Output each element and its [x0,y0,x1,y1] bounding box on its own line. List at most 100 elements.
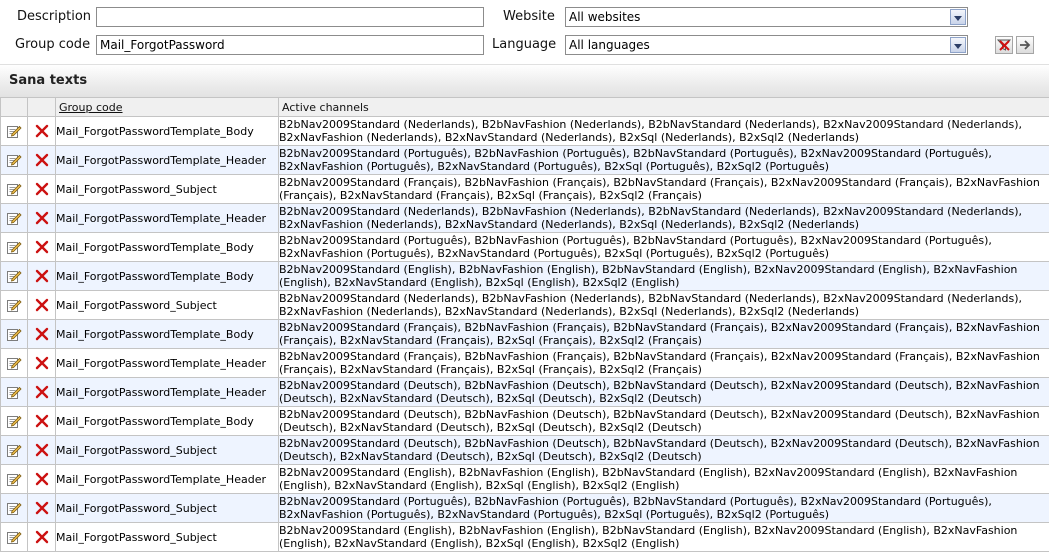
delete-cell[interactable] [27,493,56,523]
delete-icon[interactable] [35,298,49,312]
language-select[interactable]: All languages [565,35,968,55]
edit-icon[interactable] [6,413,22,429]
delete-cell[interactable] [27,406,56,436]
delete-icon[interactable] [35,269,49,283]
delete-icon[interactable] [35,240,49,254]
edit-icon[interactable] [6,210,22,226]
delete-icon[interactable] [35,124,49,138]
group-code-cell: Mail_ForgotPasswordTemplate_Header [55,145,279,175]
table-row: Mail_ForgotPassword_Subject B2bNav2009St… [0,174,1049,204]
active-channels-cell: B2bNav2009Standard (Deutsch), B2bNavFash… [278,406,1049,436]
delete-icon[interactable] [35,327,49,341]
delete-icon[interactable] [35,472,49,486]
table-row: Mail_ForgotPasswordTemplate_Header B2bNa… [0,464,1049,494]
edit-cell[interactable] [0,377,28,407]
edit-cell[interactable] [0,174,28,204]
clear-filter-icon [997,39,1011,51]
edit-cell[interactable] [0,203,28,233]
delete-cell[interactable] [27,464,56,494]
active-channels-cell: B2bNav2009Standard (English), B2bNavFash… [278,261,1049,291]
edit-cell[interactable] [0,522,28,552]
language-select-value: All languages [569,38,650,52]
table-row: Mail_ForgotPasswordTemplate_Header B2bNa… [0,203,1049,233]
header-active-channels: Active channels [278,97,1049,117]
section-title: Sana texts [9,73,88,88]
delete-cell[interactable] [27,377,56,407]
description-label: Description [17,9,92,24]
delete-icon[interactable] [35,182,49,196]
delete-icon[interactable] [35,356,49,370]
group-code-input[interactable]: Mail_ForgotPassword [96,35,484,55]
apply-filter-button[interactable] [1016,36,1034,54]
edit-cell[interactable] [0,348,28,378]
active-channels-cell: B2bNav2009Standard (Deutsch), B2bNavFash… [278,435,1049,465]
active-channels-cell: B2bNav2009Standard (Português), B2bNavFa… [278,232,1049,262]
edit-icon[interactable] [6,471,22,487]
table-row: Mail_ForgotPasswordTemplate_Header B2bNa… [0,145,1049,175]
edit-cell[interactable] [0,406,28,436]
edit-icon[interactable] [6,355,22,371]
header-group-code[interactable]: Group code [55,97,279,117]
edit-cell[interactable] [0,319,28,349]
edit-icon[interactable] [6,500,22,516]
delete-cell[interactable] [27,232,56,262]
edit-cell[interactable] [0,261,28,291]
delete-cell[interactable] [27,290,56,320]
delete-cell[interactable] [27,522,56,552]
clear-filter-button[interactable] [995,36,1013,54]
sort-group-code-link[interactable]: Group code [59,101,123,114]
edit-icon[interactable] [6,268,22,284]
delete-cell[interactable] [27,203,56,233]
group-code-cell: Mail_ForgotPasswordTemplate_Body [55,232,279,262]
delete-cell[interactable] [27,348,56,378]
active-channels-cell: B2bNav2009Standard (Português), B2bNavFa… [278,145,1049,175]
active-channels-cell: B2bNav2009Standard (Nederlands), B2bNavF… [278,290,1049,320]
edit-icon[interactable] [6,384,22,400]
texts-table: Group code Active channels Mail_ForgotPa… [0,97,1049,552]
edit-cell[interactable] [0,290,28,320]
edit-cell[interactable] [0,435,28,465]
group-code-cell: Mail_ForgotPasswordTemplate_Header [55,348,279,378]
delete-cell[interactable] [27,319,56,349]
delete-icon[interactable] [35,153,49,167]
delete-icon[interactable] [35,443,49,457]
group-code-cell: Mail_ForgotPassword_Subject [55,435,279,465]
delete-cell[interactable] [27,145,56,175]
edit-icon[interactable] [6,442,22,458]
edit-cell[interactable] [0,232,28,262]
chevron-down-icon[interactable] [950,9,966,25]
description-input[interactable] [96,7,484,27]
edit-icon[interactable] [6,297,22,313]
website-select[interactable]: All websites [565,7,968,27]
edit-icon[interactable] [6,152,22,168]
table-row: Mail_ForgotPasswordTemplate_Body B2bNav2… [0,261,1049,291]
table-header-row: Group code Active channels [0,97,1049,117]
edit-icon[interactable] [6,529,22,545]
delete-cell[interactable] [27,174,56,204]
edit-icon[interactable] [6,123,22,139]
delete-icon[interactable] [35,501,49,515]
language-label: Language [492,37,557,52]
active-channels-cell: B2bNav2009Standard (Português), B2bNavFa… [278,493,1049,523]
chevron-down-icon[interactable] [950,37,966,53]
delete-cell[interactable] [27,435,56,465]
group-code-cell: Mail_ForgotPasswordTemplate_Body [55,116,279,146]
edit-cell[interactable] [0,116,28,146]
delete-icon[interactable] [35,414,49,428]
delete-icon[interactable] [35,211,49,225]
edit-cell[interactable] [0,145,28,175]
delete-cell[interactable] [27,116,56,146]
edit-cell[interactable] [0,464,28,494]
table-row: Mail_ForgotPasswordTemplate_Body B2bNav2… [0,319,1049,349]
edit-icon[interactable] [6,239,22,255]
table-row: Mail_ForgotPassword_Subject B2bNav2009St… [0,290,1049,320]
edit-cell[interactable] [0,493,28,523]
edit-icon[interactable] [6,326,22,342]
delete-cell[interactable] [27,261,56,291]
delete-icon[interactable] [35,385,49,399]
table-row: Mail_ForgotPasswordTemplate_Body B2bNav2… [0,116,1049,146]
arrow-right-icon [1020,40,1031,50]
table-row: Mail_ForgotPassword_Subject B2bNav2009St… [0,435,1049,465]
delete-icon[interactable] [35,530,49,544]
edit-icon[interactable] [6,181,22,197]
